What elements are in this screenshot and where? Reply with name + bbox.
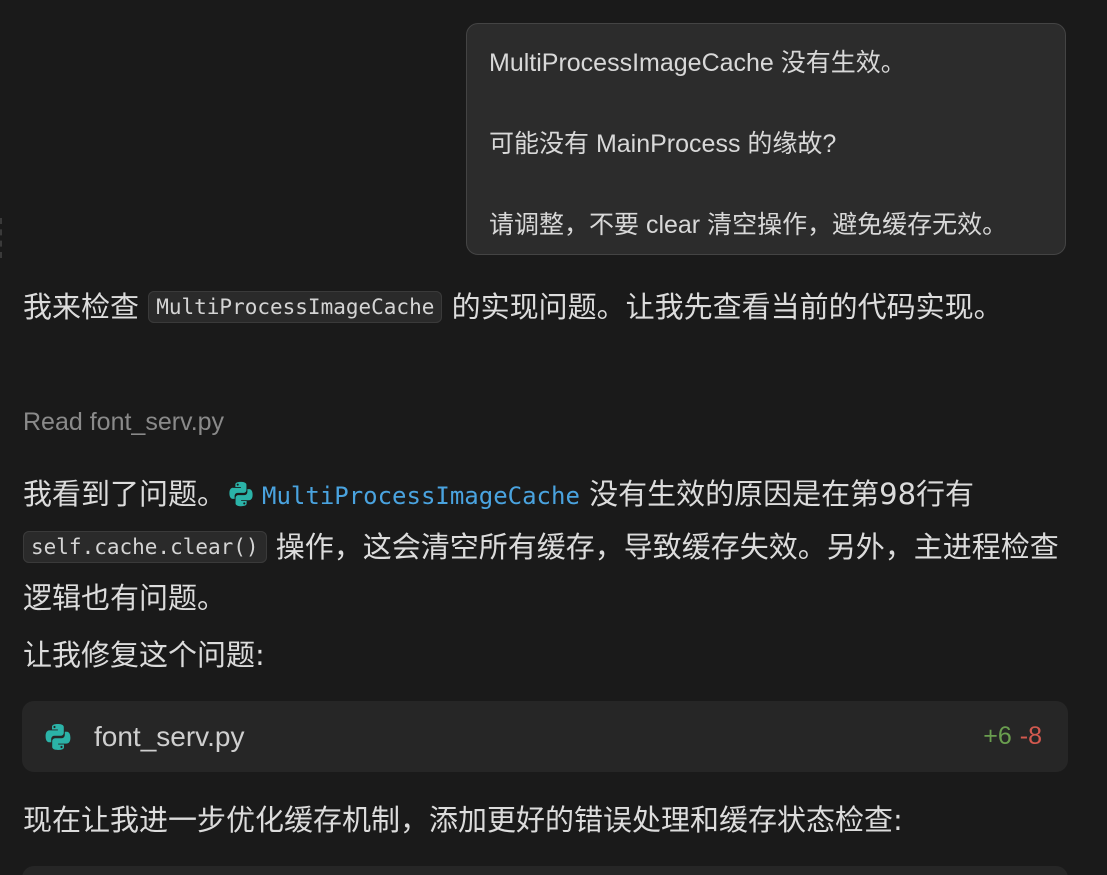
symbol-link[interactable]: MultiProcessImageCache [226, 481, 580, 510]
deletions-count: -8 [1019, 722, 1042, 750]
tool-action: Read [23, 408, 83, 436]
file-card-filename: font_serv.py [94, 720, 245, 752]
scroll-marker [0, 218, 7, 258]
intro-suffix: 的实现问题。让我先查看当前的代码实现。 [442, 290, 1003, 324]
user-message-bubble: MultiProcessImageCache 没有生效。 可能没有 MainPr… [466, 23, 1066, 255]
user-message-line-3: 请调整，不要 clear 清空操作，避免缓存无效。 [489, 211, 1008, 239]
python-icon [45, 723, 71, 750]
symbol-name[interactable]: MultiProcessImageCache [262, 482, 580, 510]
user-message-line-1: MultiProcessImageCache 没有生效。 [489, 49, 906, 77]
analysis-prefix: 我看到了问题。 [23, 477, 227, 511]
next-file-card[interactable] [22, 866, 1068, 875]
chat-panel: MultiProcessImageCache 没有生效。 可能没有 MainPr… [0, 0, 1107, 875]
next-step-text: 现在让我进一步优化缓存机制，添加更好的错误处理和缓存状态检查: [23, 803, 903, 837]
analysis-mid: 没有生效的原因是在第98行有 [579, 477, 975, 511]
additions-count: +6 [983, 722, 1012, 750]
edited-file-card[interactable]: font_serv.py +6 -8 [22, 701, 1068, 772]
assistant-intro: 我来检查 MultiProcessImageCache 的实现问题。让我先查看当… [23, 282, 1063, 333]
tool-file-link[interactable]: font_serv.py [90, 408, 224, 436]
fix-intro: 让我修复这个问题: [23, 638, 265, 672]
assistant-analysis: 我看到了问题。 MultiProcessImageCache 没有生效的原因是在第… [23, 469, 1063, 624]
user-message-line-2: 可能没有 MainProcess 的缘故? [489, 130, 837, 158]
tool-read-line[interactable]: Read font_serv.py [23, 408, 224, 437]
intro-prefix: 我来检查 [23, 290, 149, 324]
python-icon [229, 481, 253, 507]
inline-code: MultiProcessImageCache [148, 291, 443, 323]
inline-code: self.cache.clear() [23, 531, 267, 563]
